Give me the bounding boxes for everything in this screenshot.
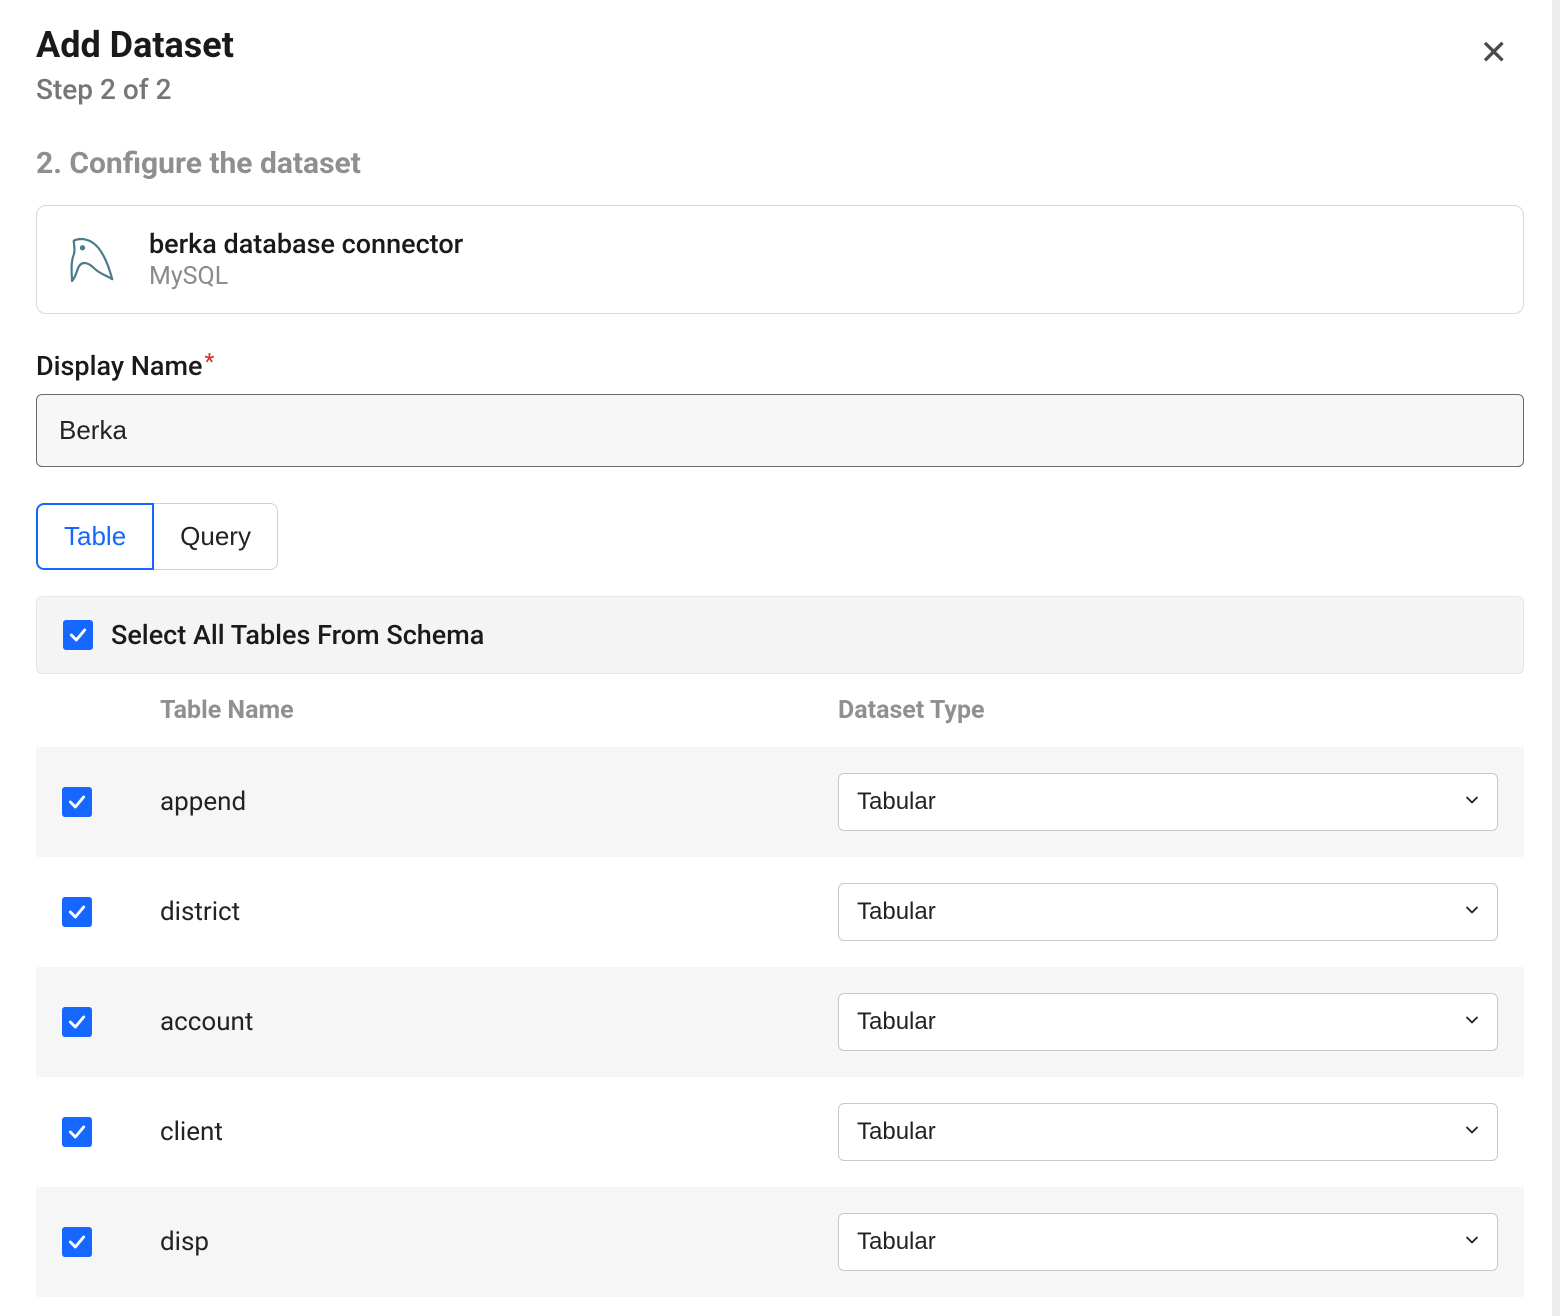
- dataset-type-value: Tabular: [857, 898, 936, 926]
- column-header-dataset-type: Dataset Type: [838, 696, 1498, 725]
- close-icon: ✕: [1480, 34, 1509, 72]
- required-indicator-icon: *: [204, 350, 214, 375]
- checkmark-icon: [67, 1122, 87, 1142]
- vertical-scrollbar-track[interactable]: [1552, 0, 1560, 1316]
- column-header-table-name: Table Name: [142, 696, 838, 725]
- connector-texts: berka database connector MySQL: [149, 228, 463, 291]
- table-row: district Tabular: [36, 857, 1524, 967]
- display-name-input[interactable]: [36, 394, 1524, 467]
- step-indicator: Step 2 of 2: [36, 73, 234, 106]
- table-row: disp Tabular: [36, 1187, 1524, 1297]
- checkmark-icon: [67, 792, 87, 812]
- mysql-dolphin-icon: [65, 232, 121, 288]
- dataset-type-value: Tabular: [857, 1228, 936, 1256]
- checkmark-icon: [67, 1012, 87, 1032]
- table-header-row: Table Name Dataset Type: [36, 674, 1524, 747]
- display-name-label: Display Name*: [36, 350, 1524, 382]
- modal-header: Add Dataset Step 2 of 2 ✕: [36, 24, 1524, 106]
- row-table-name: disp: [142, 1227, 838, 1257]
- checkmark-icon: [67, 902, 87, 922]
- tab-query[interactable]: Query: [154, 503, 278, 570]
- dataset-type-value: Tabular: [857, 788, 936, 816]
- connector-type: MySQL: [149, 262, 463, 291]
- row-table-name: district: [142, 897, 838, 927]
- dataset-type-select[interactable]: Tabular: [838, 883, 1498, 941]
- table-row: client Tabular: [36, 1077, 1524, 1187]
- select-all-bar: Select All Tables From Schema: [36, 596, 1524, 674]
- dataset-type-value: Tabular: [857, 1118, 936, 1146]
- mode-tabs: Table Query: [36, 503, 1524, 570]
- dataset-type-select[interactable]: Tabular: [838, 993, 1498, 1051]
- checkmark-icon: [68, 625, 88, 645]
- row-table-name: client: [142, 1117, 838, 1147]
- tab-table[interactable]: Table: [36, 503, 154, 570]
- row-checkbox[interactable]: [62, 897, 92, 927]
- close-button[interactable]: ✕: [1476, 32, 1513, 74]
- header-titles: Add Dataset Step 2 of 2: [36, 24, 234, 106]
- dataset-type-value: Tabular: [857, 1008, 936, 1036]
- table-row: account Tabular: [36, 967, 1524, 1077]
- row-checkbox[interactable]: [62, 1227, 92, 1257]
- dataset-type-select[interactable]: Tabular: [838, 1213, 1498, 1271]
- modal-title: Add Dataset: [36, 24, 234, 67]
- row-table-name: account: [142, 1007, 838, 1037]
- tables-list: Table Name Dataset Type append Tabular d…: [36, 674, 1524, 1297]
- select-all-checkbox[interactable]: [63, 620, 93, 650]
- row-checkbox[interactable]: [62, 787, 92, 817]
- display-name-label-text: Display Name: [36, 350, 202, 382]
- checkmark-icon: [67, 1232, 87, 1252]
- table-row: append Tabular: [36, 747, 1524, 857]
- dataset-type-select[interactable]: Tabular: [838, 773, 1498, 831]
- row-table-name: append: [142, 787, 838, 817]
- connector-name: berka database connector: [149, 228, 463, 260]
- row-checkbox[interactable]: [62, 1007, 92, 1037]
- section-title: 2. Configure the dataset: [36, 146, 1524, 181]
- row-checkbox[interactable]: [62, 1117, 92, 1147]
- dataset-type-select[interactable]: Tabular: [838, 1103, 1498, 1161]
- connector-card: berka database connector MySQL: [36, 205, 1524, 314]
- select-all-label: Select All Tables From Schema: [111, 619, 484, 651]
